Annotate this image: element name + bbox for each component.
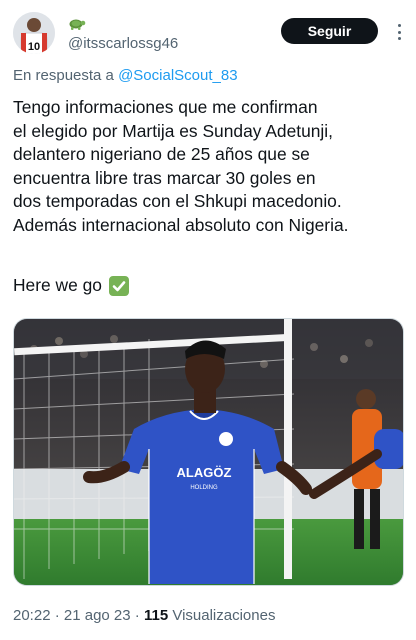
more-options-icon[interactable] — [392, 22, 406, 42]
tweet-meta: 20:22 · 21 ago 23 · 115 Visualizaciones — [13, 607, 275, 624]
avatar[interactable]: 10 — [13, 12, 55, 54]
tweet-header: 10 @itsscarlossg46 Seguir — [0, 0, 416, 60]
check-mark-button-icon — [108, 275, 129, 296]
tweet-line: encuentra libre tras marcar 30 goles en — [13, 167, 316, 188]
tweet-line: delantero nigeriano de 25 años que se — [13, 144, 310, 165]
jersey-sponsor-sub: HOLDING — [190, 485, 218, 491]
reply-prefix: En respuesta a — [13, 67, 119, 84]
tweet-closing-line: Here we go — [13, 274, 129, 297]
user-handle[interactable]: @itsscarlossg46 — [68, 35, 178, 52]
turtle-icon — [68, 16, 86, 32]
views-count[interactable]: 115 — [144, 607, 168, 624]
views-label: Visualizaciones — [168, 607, 276, 624]
meta-separator: · — [50, 607, 64, 624]
tweet-date[interactable]: 21 ago 23 — [64, 607, 131, 624]
avatar-jersey-number: 10 — [28, 41, 40, 53]
display-name[interactable] — [68, 15, 86, 33]
tweet-line: dos temporadas con el Shkupi macedonio. — [13, 191, 342, 212]
tweet-time[interactable]: 20:22 — [13, 607, 51, 624]
follow-button[interactable]: Seguir — [281, 18, 378, 44]
tweet-line: Tengo informaciones que me confirman — [13, 97, 318, 117]
tweet-line: Además internacional absoluto con Nigeri… — [13, 214, 349, 235]
here-we-go-text: Here we go — [13, 275, 102, 295]
tweet-text: Tengo informaciones que me confirman el … — [13, 96, 409, 238]
reply-to-link[interactable]: @SocialScout_83 — [118, 67, 237, 84]
jersey-sponsor: ALAGÖZ — [177, 465, 232, 480]
meta-separator: · — [130, 607, 144, 624]
reply-context: En respuesta a @SocialScout_83 — [13, 67, 238, 84]
tweet-line: el elegido por Martija es Sunday Adetunj… — [13, 120, 333, 141]
tweet-photo[interactable]: ALAGÖZ HOLDING — [13, 318, 404, 586]
